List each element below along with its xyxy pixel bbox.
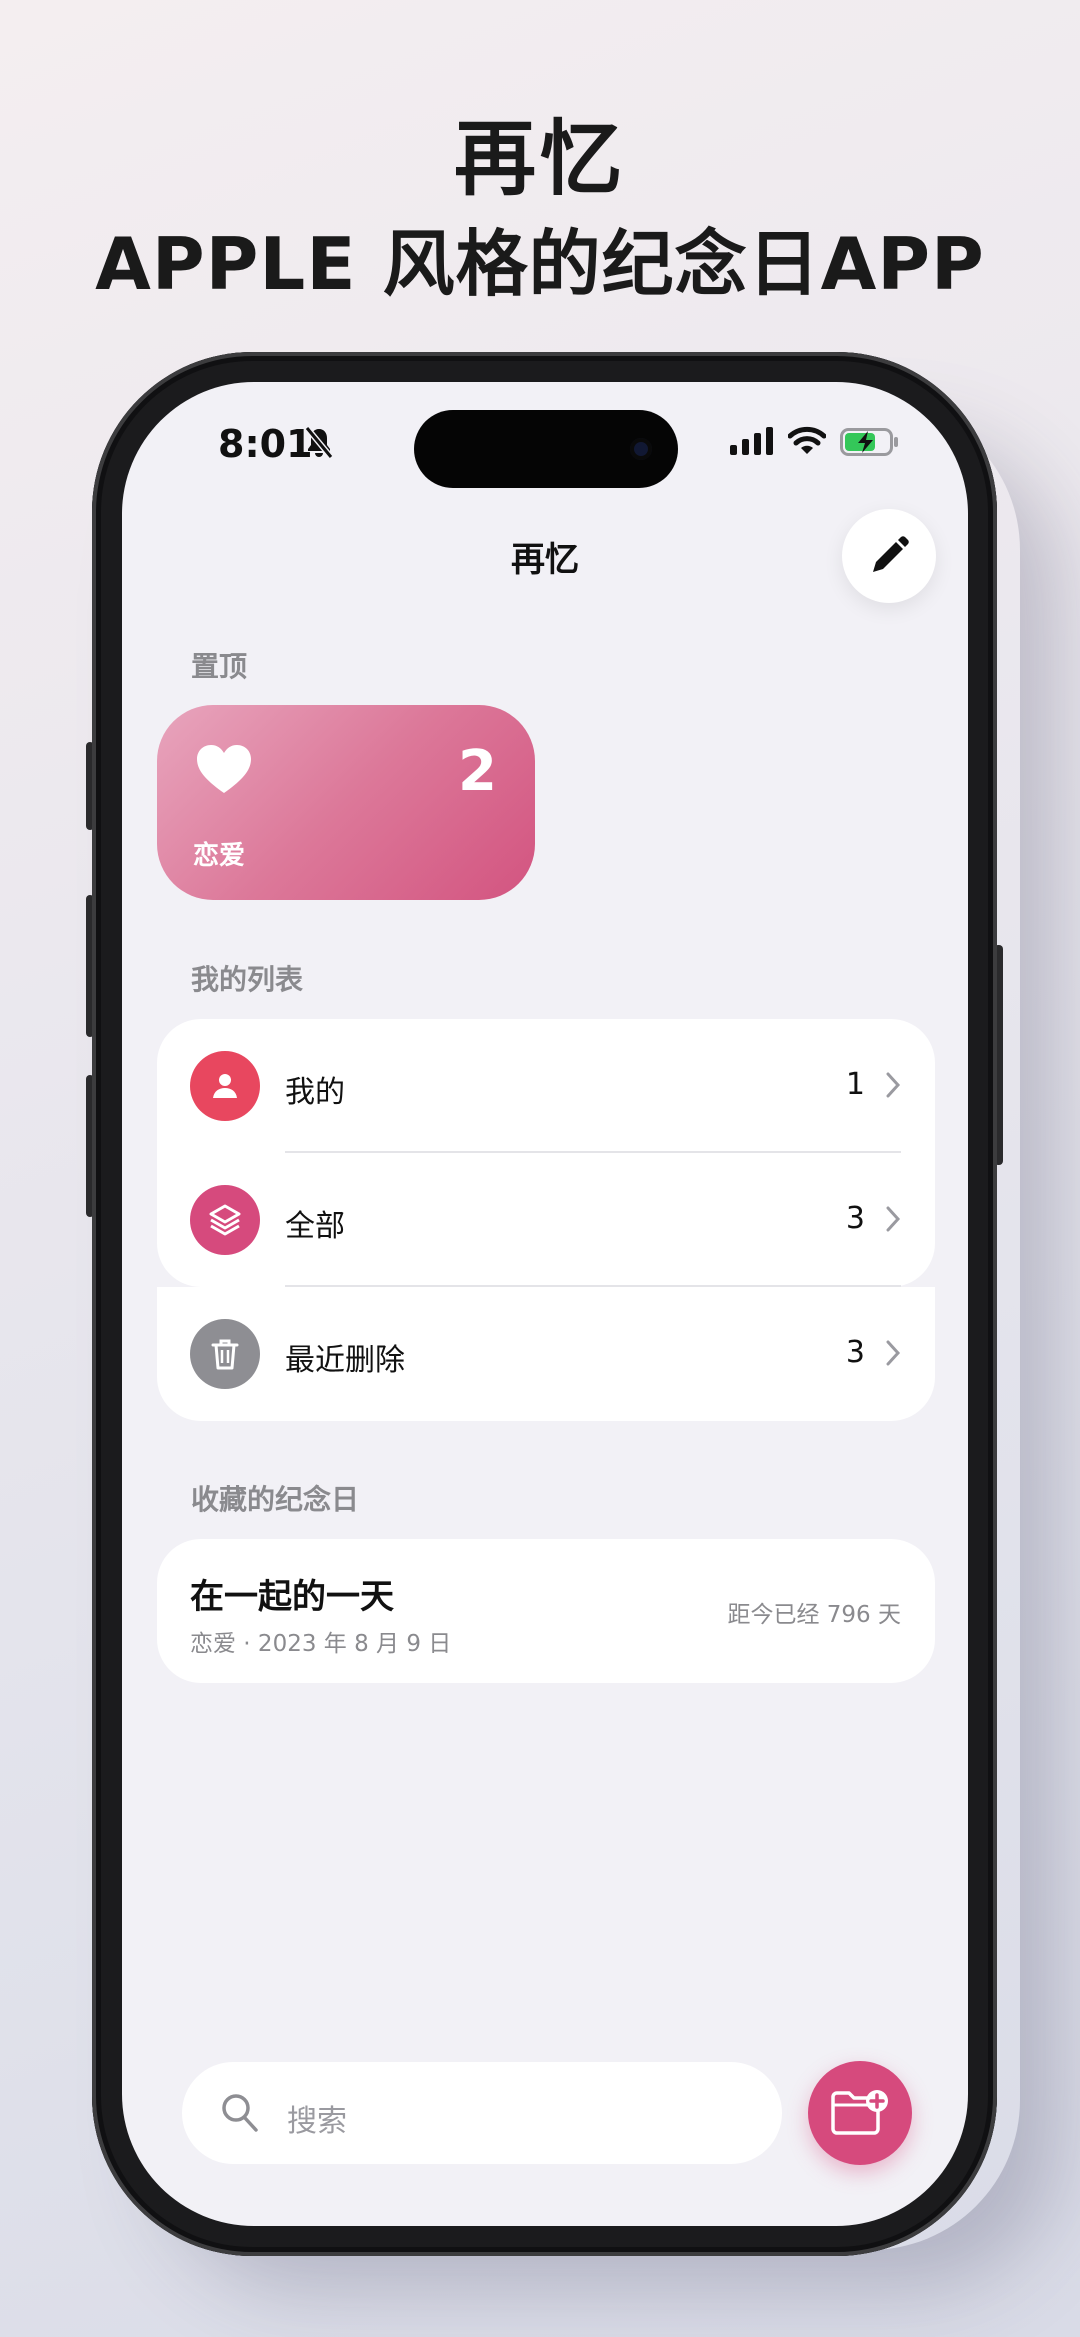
camera-icon	[630, 438, 652, 460]
pinned-card-name: 恋爱	[193, 841, 246, 871]
trash-icon	[190, 1319, 260, 1389]
favorite-anniversary-card[interactable]: 在一起的一天 恋爱 · 2023 年 8 月 9 日 距今已经 796 天	[157, 1539, 935, 1683]
list-item-count: 3	[845, 1335, 865, 1370]
search-input[interactable]: 搜索	[287, 2096, 347, 2140]
section-label-pinned: 置顶	[191, 650, 248, 683]
section-label-favorites: 收藏的纪念日	[191, 1483, 360, 1516]
chevron-right-icon	[886, 1072, 901, 1098]
anniversary-title: 在一起的一天	[190, 1577, 394, 1617]
folder-add-icon	[831, 2090, 888, 2135]
search-icon	[222, 2094, 258, 2132]
wifi-icon	[787, 426, 827, 460]
search-bar[interactable]: 搜索	[182, 2062, 782, 2164]
layers-icon	[190, 1185, 260, 1255]
app-screen: 8:01 再忆 置顶 2 恋爱 我的列表 我的 1 全部 3 最近删除 3 收藏…	[122, 382, 968, 2226]
signal-icon	[730, 427, 774, 459]
list-item-count: 1	[845, 1067, 865, 1102]
bell-muted-icon	[304, 426, 334, 464]
list-item-label: 全部	[285, 1209, 345, 1244]
pinned-card-love[interactable]: 2 恋爱	[157, 705, 535, 900]
list-item-label: 我的	[285, 1075, 345, 1110]
promo-subtitle: APPLE 风格的纪念日APP	[95, 222, 985, 306]
add-folder-button[interactable]	[808, 2061, 912, 2165]
chevron-right-icon	[886, 1340, 901, 1366]
promo-title: 再忆	[453, 112, 626, 207]
battery-icon	[840, 428, 900, 460]
dynamic-island	[414, 410, 678, 488]
edit-button[interactable]	[842, 509, 936, 603]
list-item-mine[interactable]: 我的 1	[157, 1019, 935, 1153]
status-time: 8:01	[218, 422, 313, 466]
pinned-card-count: 2	[458, 739, 497, 804]
list-item-label: 最近删除	[285, 1343, 405, 1378]
anniversary-subtitle: 恋爱 · 2023 年 8 月 9 日	[190, 1631, 452, 1657]
my-lists-card: 我的 1 全部 3	[157, 1019, 935, 1287]
chevron-right-icon	[886, 1206, 901, 1232]
list-item-all[interactable]: 全部 3	[157, 1153, 935, 1287]
anniversary-days: 距今已经 796 天	[727, 1602, 901, 1628]
list-item-recently-deleted[interactable]: 最近删除 3	[157, 1287, 935, 1421]
pencil-icon	[873, 536, 909, 572]
person-icon	[190, 1051, 260, 1121]
list-item-count: 3	[845, 1201, 865, 1236]
section-label-my-lists: 我的列表	[191, 963, 304, 996]
heart-icon	[197, 745, 251, 793]
my-lists-card-bottom: 最近删除 3	[157, 1285, 935, 1421]
